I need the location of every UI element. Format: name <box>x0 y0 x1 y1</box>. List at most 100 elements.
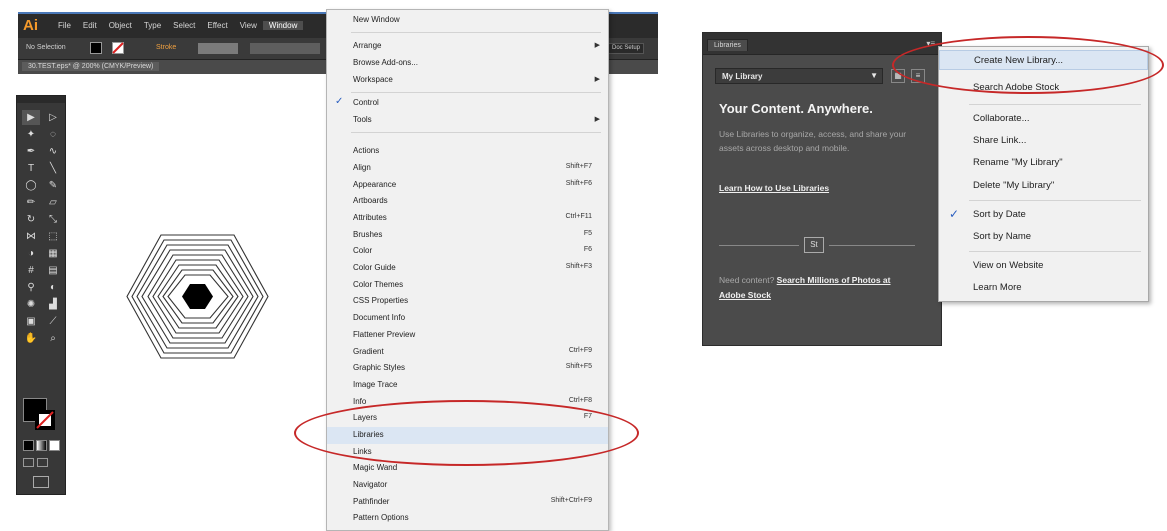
menu-effect[interactable]: Effect <box>201 21 233 30</box>
curvature-tool-icon[interactable]: ∿ <box>44 144 62 159</box>
menu-item-magic-wand[interactable]: Magic Wand <box>327 460 608 477</box>
eyedropper-tool-icon[interactable]: ⚲ <box>22 280 40 295</box>
libraries-description: Use Libraries to organize, access, and s… <box>719 129 907 153</box>
eraser-tool-icon[interactable]: ▱ <box>44 195 62 210</box>
menu-object[interactable]: Object <box>103 21 138 30</box>
menu-item-new-window[interactable]: New Window <box>327 12 608 29</box>
stroke-weight-field[interactable] <box>198 43 238 54</box>
blend-tool-icon[interactable]: ◐ <box>44 280 62 295</box>
menu-item-actions[interactable]: Actions <box>327 143 608 160</box>
menu-item-workspace[interactable]: Workspace ▶ <box>327 72 608 89</box>
menu-item-search-adobe-stock[interactable]: Search Adobe Stock <box>939 78 1148 98</box>
direct-selection-tool-icon[interactable]: ▷ <box>44 110 62 125</box>
panel-menu-icon[interactable]: ▾≡ <box>926 39 935 48</box>
doc-setup-button[interactable]: Doc Setup <box>608 43 645 54</box>
stroke-label[interactable]: Stroke <box>156 44 176 51</box>
chevron-down-icon: ▼ <box>870 71 878 80</box>
document-tab[interactable]: 30.TEST.eps* @ 200% (CMYK/Preview) <box>22 62 160 71</box>
menu-item-image-trace[interactable]: Image Trace <box>327 377 608 394</box>
color-mode-icon[interactable] <box>23 440 34 451</box>
pencil-tool-icon[interactable]: ✏ <box>22 195 40 210</box>
libraries-tab[interactable]: Libraries <box>707 39 748 51</box>
menu-item-pattern-options[interactable]: Pattern Options <box>327 510 608 527</box>
menu-item-flattener-preview[interactable]: Flattener Preview <box>327 327 608 344</box>
slice-tool-icon[interactable]: ⟋ <box>44 314 62 329</box>
menu-item-collaborate[interactable]: Collaborate... <box>939 109 1148 129</box>
width-tool-icon[interactable]: ⋈ <box>22 229 40 244</box>
menu-item-navigator[interactable]: Navigator <box>327 477 608 494</box>
tools-panel-grip[interactable] <box>17 96 65 103</box>
ellipse-tool-icon[interactable]: ◯ <box>22 178 40 193</box>
menu-select[interactable]: Select <box>167 21 201 30</box>
menu-item-sort-by-name[interactable]: Sort by Name <box>939 227 1148 247</box>
menu-item-tools[interactable]: Tools ▶ <box>327 112 608 129</box>
menu-view[interactable]: View <box>234 21 263 30</box>
menu-edit[interactable]: Edit <box>77 21 103 30</box>
menu-item-label: Flattener Preview <box>353 330 416 339</box>
menu-item-color-guide[interactable]: Color Guide Shift+F3 <box>327 260 608 277</box>
draw-behind-icon[interactable] <box>37 458 48 467</box>
menu-item-view-on-website[interactable]: View on Website <box>939 256 1148 276</box>
menu-item-pathfinder[interactable]: Pathfinder Shift+Ctrl+F9 <box>327 494 608 511</box>
zoom-tool-icon[interactable]: ⌕ <box>44 331 62 346</box>
learn-libraries-link[interactable]: Learn How to Use Libraries <box>719 183 829 193</box>
menu-item-align[interactable]: Align Shift+F7 <box>327 160 608 177</box>
menu-item-share-link[interactable]: Share Link... <box>939 131 1148 151</box>
selection-tool-icon[interactable]: ▶ <box>22 110 40 125</box>
stroke-color-swatch[interactable] <box>112 42 124 54</box>
menu-item-color-themes[interactable]: Color Themes <box>327 277 608 294</box>
menu-item-document-info[interactable]: Document Info <box>327 310 608 327</box>
symbol-sprayer-tool-icon[interactable]: ✺ <box>22 297 40 312</box>
graph-tool-icon[interactable]: ▟ <box>44 297 62 312</box>
menu-window[interactable]: Window <box>262 21 304 30</box>
list-view-icon[interactable]: ≡ <box>911 69 925 83</box>
menu-file[interactable]: File <box>52 21 77 30</box>
hexagon-artwork[interactable] <box>125 233 270 360</box>
pen-tool-icon[interactable]: ✒ <box>22 144 40 159</box>
draw-normal-icon[interactable] <box>23 458 34 467</box>
paintbrush-tool-icon[interactable]: ✎ <box>44 178 62 193</box>
line-tool-icon[interactable]: ╲ <box>44 161 62 176</box>
free-transform-tool-icon[interactable]: ⬚ <box>44 229 62 244</box>
menu-type[interactable]: Type <box>138 21 167 30</box>
none-mode-icon[interactable] <box>49 440 60 451</box>
menu-item-appearance[interactable]: Appearance Shift+F6 <box>327 177 608 194</box>
menu-item-graphic-styles[interactable]: Graphic Styles Shift+F5 <box>327 360 608 377</box>
menu-item-rename-library[interactable]: Rename "My Library" <box>939 153 1148 173</box>
menu-item-gradient[interactable]: Gradient Ctrl+F9 <box>327 344 608 361</box>
menu-item-arrange[interactable]: Arrange ▶ <box>327 38 608 55</box>
mesh-tool-icon[interactable]: # <box>22 263 40 278</box>
variable-width-field[interactable] <box>250 43 320 54</box>
menu-item-control[interactable]: ✓ Control <box>327 95 608 112</box>
grid-view-icon[interactable]: ▦ <box>891 69 905 83</box>
perspective-grid-tool-icon[interactable]: ▦ <box>44 246 62 261</box>
menu-item-links[interactable]: Links <box>327 444 608 461</box>
gradient-mode-icon[interactable] <box>36 440 47 451</box>
menu-item-info[interactable]: Info Ctrl+F8 <box>327 394 608 411</box>
artboard-tool-icon[interactable]: ▣ <box>22 314 40 329</box>
menu-item-brushes[interactable]: Brushes F5 <box>327 227 608 244</box>
menu-item-create-new-library[interactable]: Create New Library... <box>939 50 1148 70</box>
library-select[interactable]: My Library ▼ <box>715 68 883 84</box>
menu-item-label: Document Info <box>353 313 406 322</box>
menu-item-browse-add-ons[interactable]: Browse Add-ons... <box>327 55 608 72</box>
scale-tool-icon[interactable]: ⤡ <box>44 212 62 227</box>
menu-item-libraries[interactable]: Libraries <box>327 427 608 444</box>
menu-item-artboards[interactable]: Artboards <box>327 193 608 210</box>
menu-item-attributes[interactable]: Attributes Ctrl+F11 <box>327 210 608 227</box>
screen-mode-icon[interactable] <box>33 476 49 488</box>
menu-item-sort-by-date[interactable]: ✓ Sort by Date <box>939 205 1148 225</box>
lasso-tool-icon[interactable]: ◌ <box>44 127 62 142</box>
menu-item-layers[interactable]: Layers F7 <box>327 410 608 427</box>
gradient-tool-icon[interactable]: ▤ <box>44 263 62 278</box>
hand-tool-icon[interactable]: ✋ <box>22 331 40 346</box>
menu-item-color[interactable]: Color F6 <box>327 243 608 260</box>
rotate-tool-icon[interactable]: ↻ <box>22 212 40 227</box>
menu-item-learn-more[interactable]: Learn More <box>939 278 1148 298</box>
menu-item-css-properties[interactable]: CSS Properties <box>327 293 608 310</box>
magic-wand-tool-icon[interactable]: ✦ <box>22 127 40 142</box>
fill-color-swatch[interactable] <box>90 42 102 54</box>
menu-item-delete-library[interactable]: Delete "My Library" <box>939 176 1148 196</box>
type-tool-icon[interactable]: T <box>22 161 40 176</box>
shape-builder-tool-icon[interactable]: ◑ <box>22 246 40 261</box>
